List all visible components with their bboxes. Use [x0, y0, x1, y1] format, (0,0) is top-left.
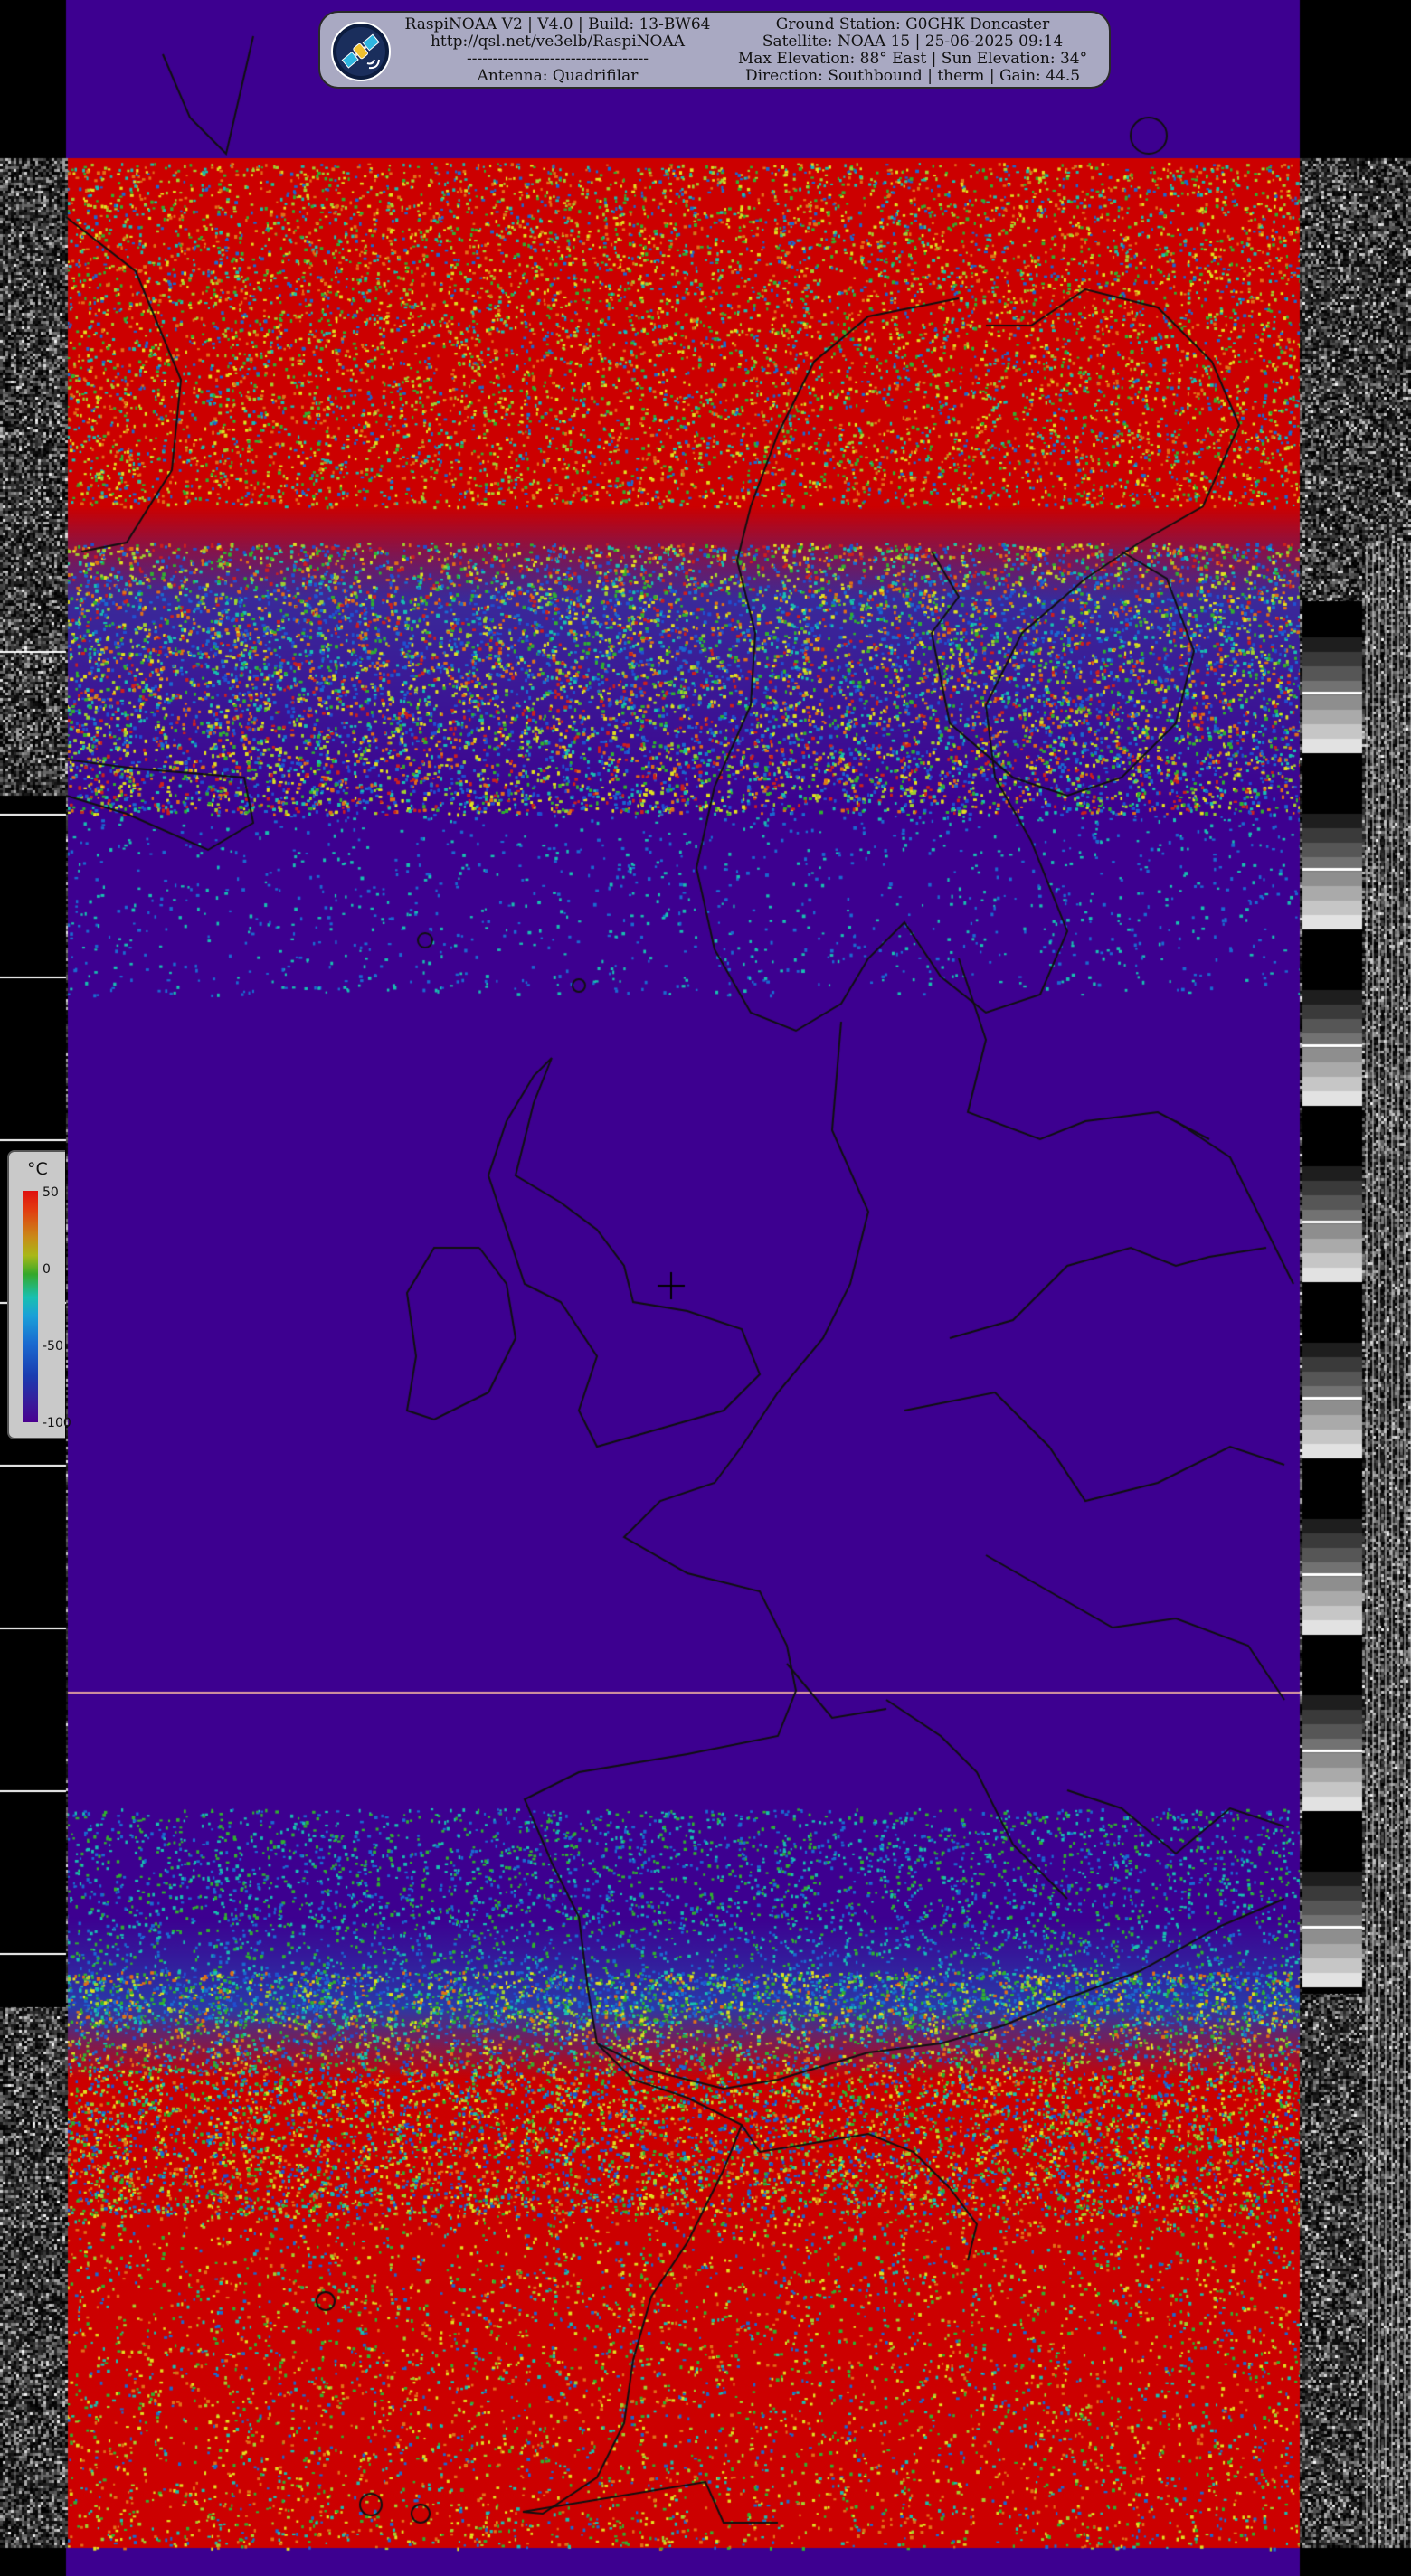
header-app-version: RaspiNOAA V2 | V4.0 | Build: 13-BW64: [404, 16, 711, 33]
legend-unit-label: °C: [27, 1159, 48, 1179]
header-divider-text: -----------------------------------: [466, 51, 649, 68]
legend-tick-label: -50: [43, 1339, 63, 1354]
header-info-panel: RaspiNOAA V2 | V4.0 | Build: 13-BW64 htt…: [318, 11, 1111, 89]
header-url: http://qsl.net/ve3elb/RaspiNOAA: [430, 33, 685, 51]
satellite-image-frame: RaspiNOAA V2 | V4.0 | Build: 13-BW64 htt…: [0, 0, 1411, 2576]
header-left-column: RaspiNOAA V2 | V4.0 | Build: 13-BW64 htt…: [402, 16, 714, 85]
header-satellite-pass: Satellite: NOAA 15 | 25-06-2025 09:14: [762, 33, 1064, 51]
legend-tick-label: 0: [43, 1262, 51, 1277]
header-ground-station: Ground Station: G0GHK Doncaster: [775, 16, 1050, 33]
temperature-legend: °C 50 0 -50 -100: [7, 1150, 71, 1439]
header-direction-gain: Direction: Southbound | therm | Gain: 44…: [744, 68, 1081, 85]
legend-color-bar: [23, 1191, 38, 1422]
satellite-logo-icon: [331, 22, 391, 81]
thermal-satellite-image: [0, 0, 1411, 2576]
legend-tick-label: 50: [43, 1185, 59, 1200]
header-antenna: Antenna: Quadrifilar: [477, 68, 639, 85]
header-elevation: Max Elevation: 88° East | Sun Elevation:…: [737, 51, 1088, 68]
header-right-column: Ground Station: G0GHK Doncaster Satellit…: [727, 16, 1098, 85]
legend-tick-label: -100: [43, 1416, 71, 1430]
